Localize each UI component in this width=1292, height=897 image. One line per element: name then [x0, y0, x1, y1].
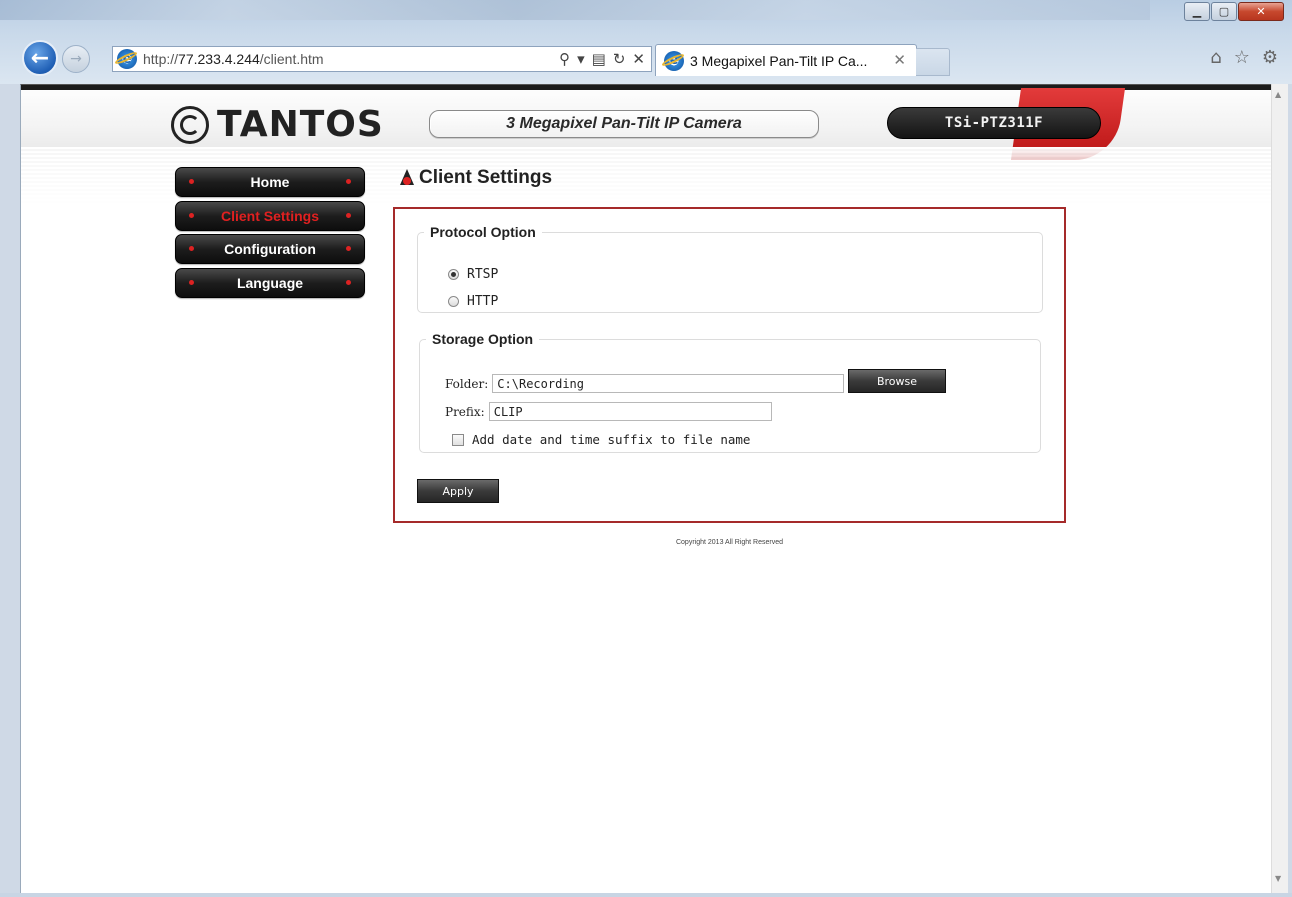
radio-rtsp-label: RTSP: [467, 267, 499, 282]
product-name-box: 3 Megapixel Pan-Tilt IP Camera: [429, 110, 819, 138]
title-bar: [0, 0, 1150, 20]
page-title: Client Settings: [399, 167, 552, 189]
nav-item-label: Home: [250, 174, 290, 190]
prefix-label: Prefix:: [445, 404, 485, 419]
page-title-text: Client Settings: [419, 167, 553, 188]
window-controls: ▁ ▢ ✕: [1183, 2, 1284, 21]
tools-gear-icon[interactable]: ⚙: [1262, 47, 1278, 68]
address-tools: ⚲ ▾ ▤ ↻ ✕: [559, 50, 645, 68]
protocol-option-legend: Protocol Option: [430, 224, 536, 240]
product-name: 3 Megapixel Pan-Tilt IP Camera: [506, 115, 742, 132]
site-header: TANTOS 3 Megapixel Pan-Tilt IP Camera TS…: [21, 88, 1271, 160]
radio-rtsp-button[interactable]: [448, 269, 459, 280]
browser-tab[interactable]: e 3 Megapixel Pan-Tilt IP Ca... ✕: [655, 44, 917, 76]
sidebar-nav: Home Client Settings Configuration Langu…: [175, 167, 365, 301]
browse-button[interactable]: Browse: [848, 369, 946, 393]
radio-rtsp[interactable]: RTSP: [448, 267, 498, 282]
nav-bullet-icon: [189, 179, 194, 184]
radio-http-button[interactable]: [448, 296, 459, 307]
dropdown-icon[interactable]: ▾: [577, 50, 585, 68]
minimize-icon[interactable]: ▁: [1184, 2, 1210, 21]
compat-view-icon[interactable]: ▤: [592, 50, 606, 68]
prefix-row: Prefix:: [445, 402, 772, 421]
prefix-input[interactable]: [488, 402, 772, 421]
browser-chrome: ▁ ▢ ✕ ← → e http://77.233.4.244/client.h…: [0, 0, 1292, 84]
nav-item-label: Client Settings: [220, 207, 319, 224]
date-suffix-label: Add date and time suffix to file name: [472, 432, 751, 447]
nav-bullet-icon: [346, 246, 351, 251]
nav-bullet-icon: [346, 179, 351, 184]
nav-bullet-icon: [189, 212, 194, 218]
toolbar-icons: ⌂ ☆ ⚙: [1210, 47, 1278, 68]
nav-item-client-settings[interactable]: Client Settings: [175, 200, 365, 231]
nav-bullet-icon: [346, 212, 351, 218]
folder-input[interactable]: [492, 374, 845, 393]
tab-title: 3 Megapixel Pan-Tilt IP Ca...: [690, 52, 868, 69]
date-suffix-option[interactable]: Add date and time suffix to file name: [452, 432, 750, 447]
nav-bullet-icon: [189, 246, 194, 251]
radio-http[interactable]: HTTP: [448, 294, 498, 309]
storage-option-legend: Storage Option: [432, 331, 534, 347]
copyright-text: Copyright 2013 All Right Reserved: [675, 539, 783, 546]
stop-icon[interactable]: ✕: [632, 50, 645, 68]
nav-item-language[interactable]: Language: [175, 267, 365, 298]
section-marker-icon: [399, 169, 415, 187]
model-badge: TSi-PTZ311F: [887, 107, 1101, 139]
address-bar[interactable]: e http://77.233.4.244/client.htm ⚲ ▾ ▤ ↻…: [112, 46, 652, 72]
brand-name: TANTOS: [217, 104, 384, 145]
favorites-star-icon[interactable]: ☆: [1234, 47, 1250, 68]
scroll-up-icon[interactable]: ▲: [1275, 90, 1281, 99]
scroll-down-icon[interactable]: ▼: [1275, 874, 1281, 883]
vertical-scrollbar[interactable]: ▲ ▼: [1271, 84, 1288, 893]
tantos-logo: TANTOS: [171, 104, 384, 145]
settings-panel: Protocol Option RTSP HTTP Storage Option…: [393, 207, 1066, 523]
nav-item-configuration[interactable]: Configuration: [175, 234, 365, 264]
page-viewport: TANTOS 3 Megapixel Pan-Tilt IP Camera TS…: [20, 84, 1271, 893]
nav-bullet-icon: [189, 279, 194, 285]
folder-label: Folder:: [445, 376, 489, 391]
nav-item-home[interactable]: Home: [175, 167, 365, 197]
nav-bullet-icon: [346, 279, 351, 285]
home-icon[interactable]: ⌂: [1210, 47, 1221, 68]
nav-item-label: Configuration: [224, 241, 316, 257]
date-suffix-checkbox[interactable]: [452, 433, 464, 446]
forward-button[interactable]: →: [62, 45, 90, 73]
window-bottom-border: [0, 893, 1292, 897]
model-name: TSi-PTZ311F: [944, 115, 1044, 131]
radio-http-label: HTTP: [467, 294, 499, 309]
apply-button[interactable]: Apply: [417, 479, 499, 503]
folder-row: Folder:: [445, 374, 845, 393]
url-text: http://77.233.4.244/client.htm: [143, 51, 324, 67]
new-tab-button[interactable]: [916, 48, 950, 76]
refresh-icon[interactable]: ↻: [613, 50, 626, 68]
ie-page-icon: e: [117, 49, 137, 69]
search-icon[interactable]: ⚲: [559, 50, 570, 68]
logo-mark-icon: [171, 105, 209, 144]
tab-close-icon[interactable]: ✕: [893, 51, 906, 69]
protocol-option-group: Protocol Option RTSP HTTP: [417, 224, 1043, 313]
close-icon[interactable]: ✕: [1238, 2, 1284, 21]
maximize-icon[interactable]: ▢: [1211, 2, 1237, 21]
tab-ie-icon: e: [664, 50, 684, 71]
storage-option-group: Storage Option Folder: Browse Prefix: Ad…: [419, 331, 1041, 453]
nav-item-label: Language: [236, 274, 304, 291]
back-button[interactable]: ←: [22, 40, 58, 76]
